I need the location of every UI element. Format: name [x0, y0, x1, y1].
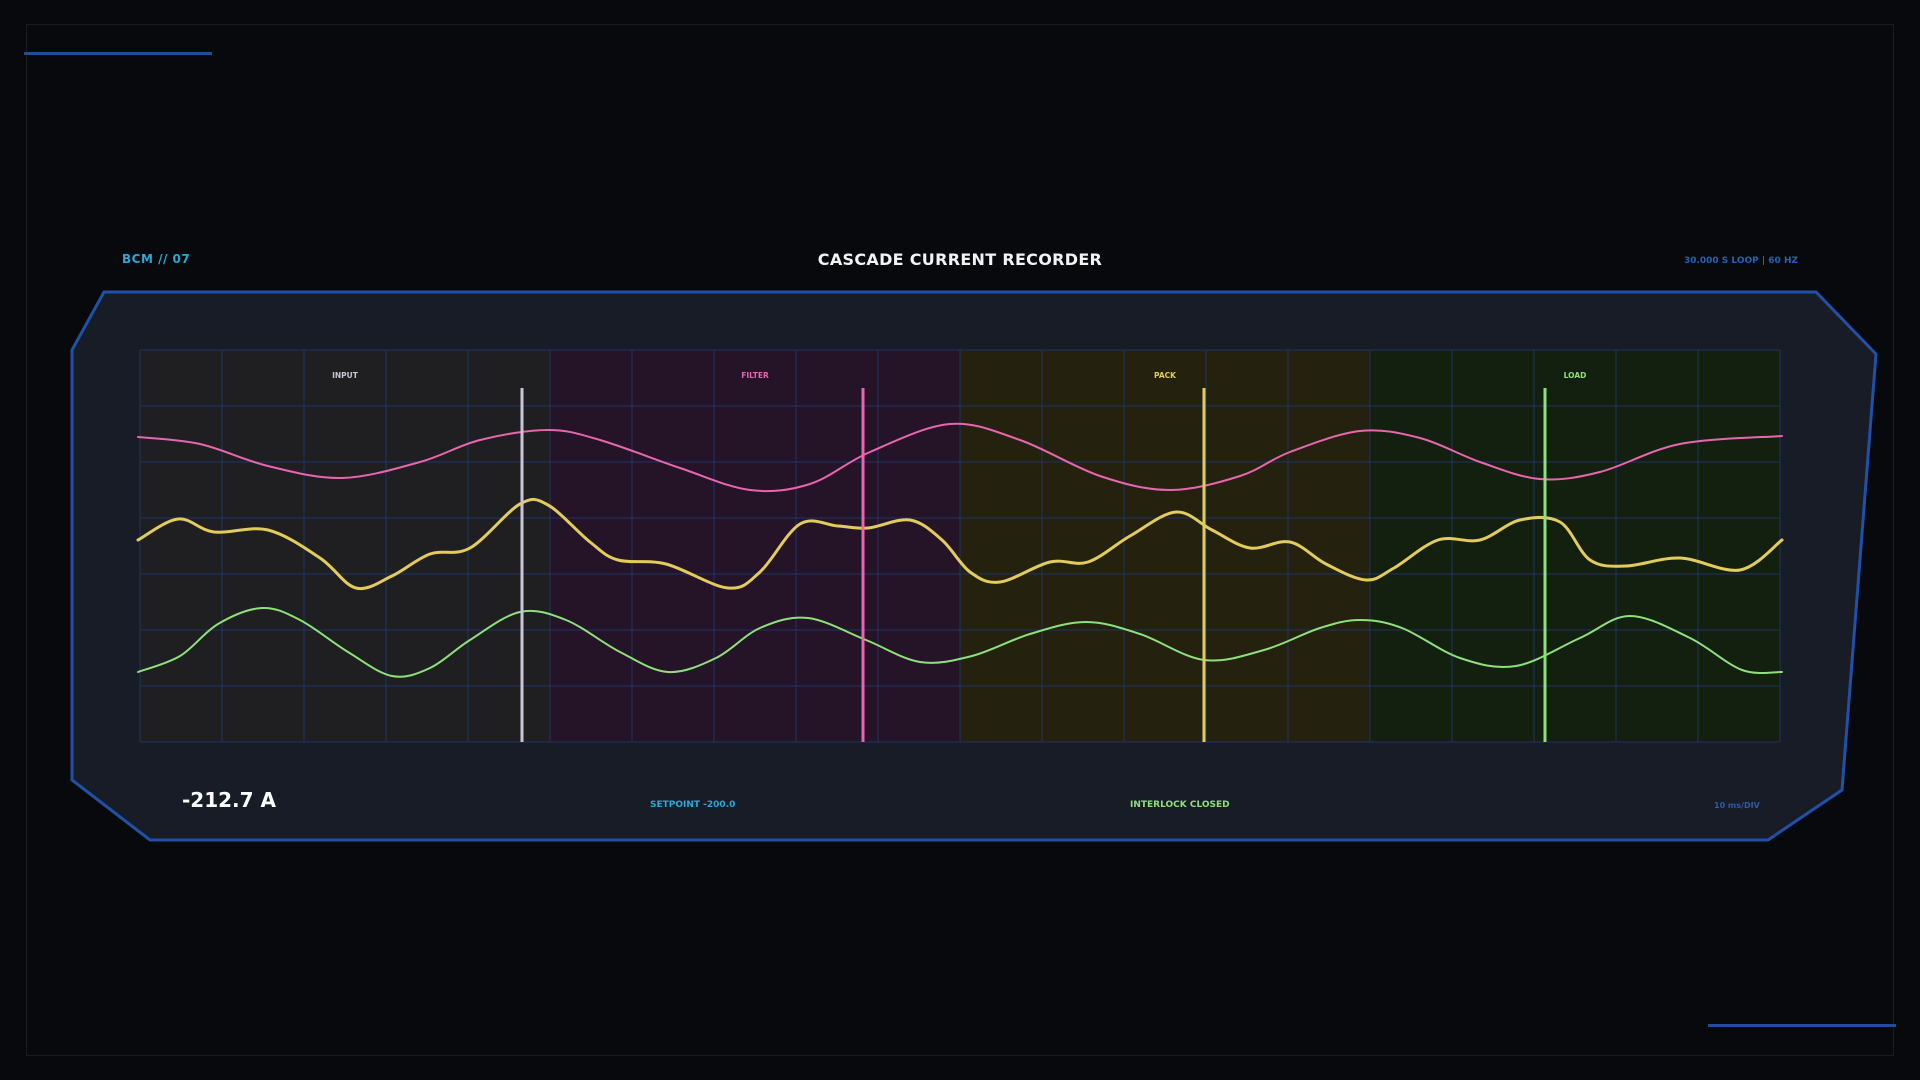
stage-band-load — [1370, 350, 1780, 742]
stage-label-filter: FILTER — [741, 371, 769, 380]
time-div-label: 10 ms/DIV — [1714, 801, 1760, 810]
setpoint-label: SETPOINT -200.0 — [650, 800, 736, 810]
stage-label-input: INPUT — [332, 371, 359, 380]
interlock-status: INTERLOCK CLOSED — [1130, 800, 1230, 810]
stage-label-load: LOAD — [1564, 371, 1587, 380]
stage-band-input — [140, 350, 550, 742]
stage-label-pack: PACK — [1154, 371, 1177, 380]
stage-band-pack — [960, 350, 1370, 742]
stage-band-filter — [550, 350, 960, 742]
current-readout: -212.7 A — [182, 788, 277, 812]
oscilloscope-panel: INPUT FILTER PACK LOAD — [70, 290, 1878, 842]
